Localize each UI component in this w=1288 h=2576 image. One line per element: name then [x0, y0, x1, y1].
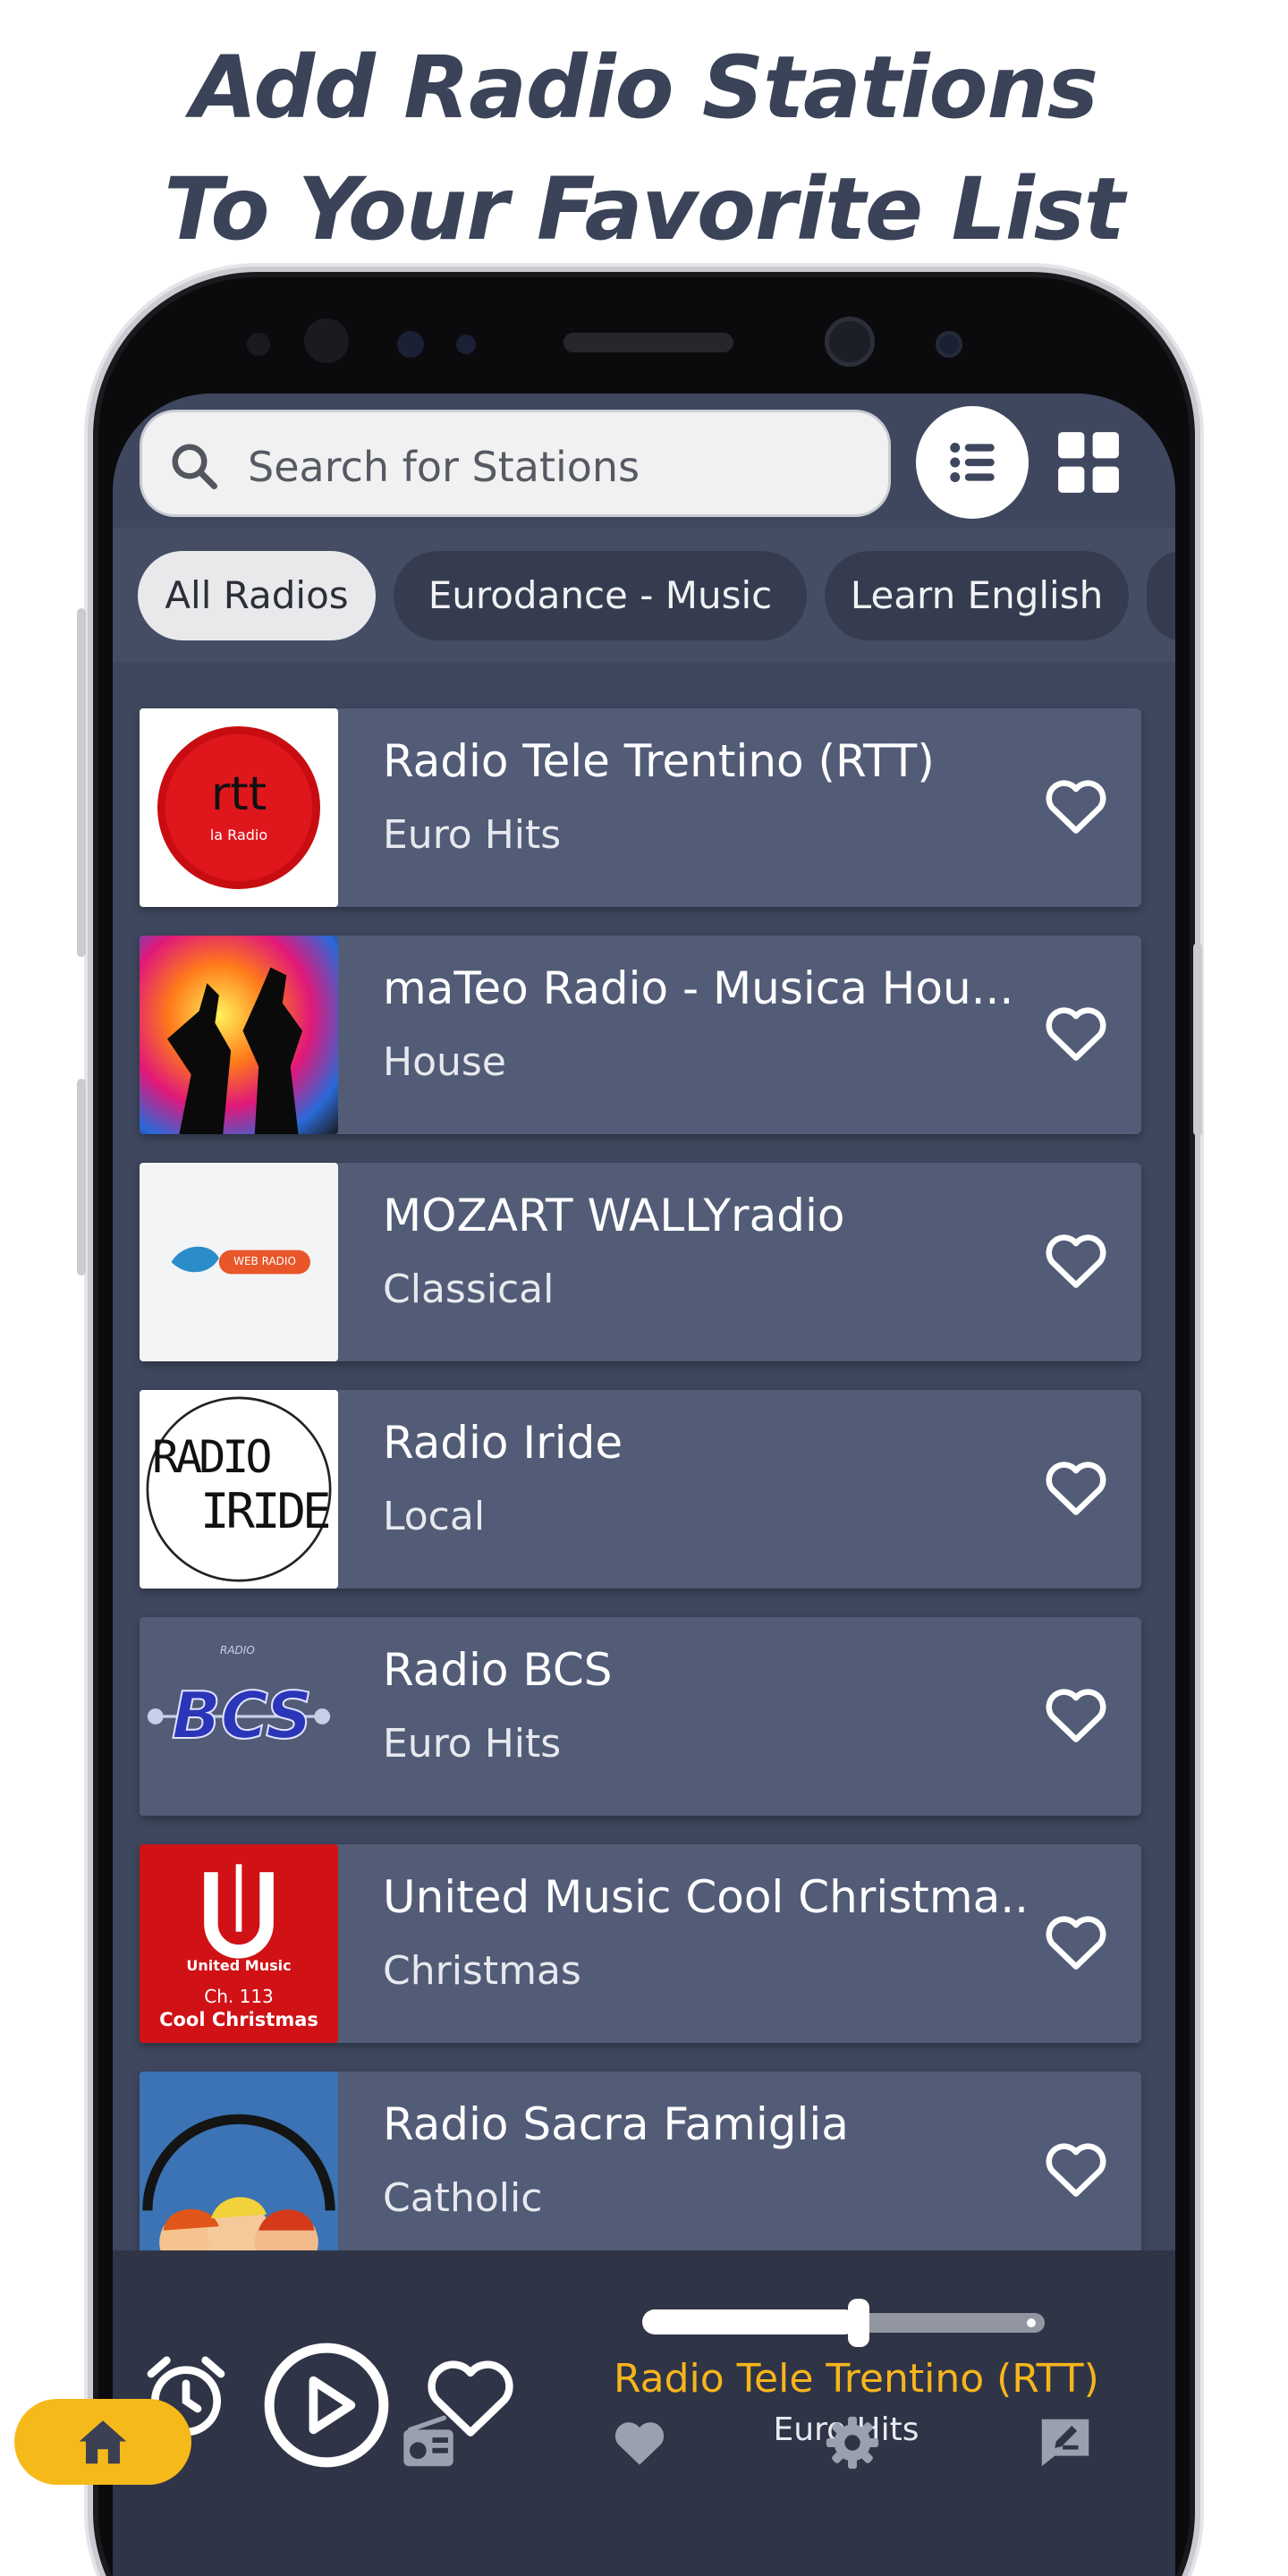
bcs-logo-top: RADIO [220, 1644, 255, 1657]
filter-chip-eurodance[interactable]: Eurodance - Music [394, 551, 807, 640]
cartoon-logo [142, 2114, 335, 2270]
station-genre: Euro Hits [383, 1721, 562, 1767]
station-name: Radio Iride [383, 1417, 623, 1469]
station-logo: United Music Ch. 113 Cool Christmas [140, 1844, 338, 2043]
iride-logo-text-2: IRIDE [200, 1483, 332, 1539]
headline-line-2: To Your Favorite List [164, 159, 1124, 259]
station-logo [140, 936, 338, 1134]
feedback-icon[interactable] [1034, 2411, 1097, 2474]
app-screen: Search for Stations All Radios Eurodance… [113, 394, 1175, 2576]
volume-up-button [77, 608, 86, 957]
um-logo-text-2: Ch. 113 [204, 1986, 274, 2007]
volume-slider-end [1027, 2318, 1036, 2327]
heart-icon[interactable] [1039, 1225, 1113, 1295]
now-playing-title: Radio Tele Trentino (RTT) [614, 2356, 1099, 2402]
station-name: maTeo Radio - Musica Hou... [383, 962, 1014, 1014]
earpiece-speaker [564, 333, 733, 352]
station-name: United Music Cool Christma... [383, 1871, 1027, 1923]
um-logo-text-3: Cool Christmas [159, 2009, 318, 2030]
light-sensor [397, 331, 424, 358]
station-name: Radio Sacra Famiglia [383, 2098, 849, 2150]
power-button [1193, 943, 1202, 1136]
heart-icon[interactable] [1039, 2134, 1113, 2204]
station-row[interactable]: RADIO BCS Radio BCS Euro Hits [140, 1617, 1141, 1816]
station-genre: Christmas [383, 1948, 581, 1994]
volume-slider-track[interactable] [857, 2313, 1045, 2333]
station-logo: RADIO BCS [140, 1617, 338, 1816]
heart-icon[interactable] [1039, 1680, 1113, 1750]
bcs-logo-text: BCS [171, 1677, 313, 1754]
filter-chip-label: Learn English [850, 573, 1104, 617]
webradio-logo-text: WEB RADIO [233, 1255, 296, 1267]
iris-sensor [304, 318, 349, 363]
nav-home-button[interactable] [14, 2399, 191, 2485]
station-genre: Local [383, 1494, 486, 1539]
volume-down-button [77, 1079, 86, 1275]
headline: Add Radio Stations To Your Favorite List [0, 27, 1288, 270]
filter-chip-all-radios[interactable]: All Radios [138, 551, 376, 640]
heart-icon[interactable] [1039, 771, 1113, 841]
search-icon [172, 444, 217, 489]
filter-chip-label: Eurodance - Music [428, 573, 773, 617]
iride-logo-text-1: RADIO [152, 1431, 273, 1483]
station-name: Radio Tele Trentino (RTT) [383, 735, 935, 787]
station-logo: rtt la Radio [140, 708, 338, 907]
proximity-sensor [247, 333, 270, 356]
station-row[interactable]: United Music Ch. 113 Cool Christmas Unit… [140, 1844, 1141, 2043]
ir-sensor [456, 335, 476, 354]
radio-icon[interactable] [397, 2411, 460, 2474]
dancers-image [167, 967, 303, 1134]
station-genre: House [383, 1039, 506, 1085]
list-view-icon [950, 443, 995, 482]
station-logo [140, 2072, 338, 2270]
heart-icon[interactable] [1039, 998, 1113, 1068]
filter-chip-label: All Radios [165, 573, 349, 617]
station-genre: Classical [383, 1267, 555, 1312]
play-icon[interactable] [261, 2340, 392, 2470]
volume-slider-handle[interactable] [848, 2299, 869, 2347]
station-logo: WEB RADIO [140, 1163, 338, 1361]
station-genre: Catholic [383, 2175, 543, 2221]
station-row[interactable]: Radio Sacra Famiglia Catholic [140, 2072, 1141, 2270]
station-name: MOZART WALLYradio [383, 1190, 845, 1241]
station-logo: RADIO IRIDE [140, 1390, 338, 1589]
um-logo-text-1: United Music [186, 1957, 292, 1974]
rtt-logo-subtext: la Radio [209, 826, 268, 843]
heart-icon[interactable] [1039, 1453, 1113, 1522]
station-name: Radio BCS [383, 1644, 613, 1696]
heart-icon[interactable] [1039, 1907, 1113, 1977]
search-placeholder: Search for Stations [248, 443, 640, 491]
station-row[interactable]: rtt la Radio Radio Tele Trentino (RTT) E… [140, 708, 1141, 907]
favorites-icon[interactable] [608, 2411, 671, 2474]
station-genre: Euro Hits [383, 812, 562, 858]
filter-chip-learn-english[interactable]: Learn English [825, 551, 1129, 640]
front-sensor [936, 331, 962, 358]
volume-slider-fill [642, 2309, 857, 2334]
front-camera [825, 317, 875, 367]
station-row[interactable]: maTeo Radio - Musica Hou... House [140, 936, 1141, 1134]
list-view-button[interactable] [916, 406, 1029, 519]
grid-view-icon[interactable] [1055, 429, 1122, 496]
settings-icon[interactable] [821, 2411, 884, 2474]
home-icon [79, 2420, 127, 2464]
station-row[interactable]: WEB RADIO MOZART WALLYradio Classical [140, 1163, 1141, 1361]
search-input[interactable]: Search for Stations [140, 410, 891, 517]
rtt-logo-text: rtt [210, 767, 267, 821]
headline-line-1: Add Radio Stations [191, 38, 1098, 138]
station-row[interactable]: RADIO IRIDE Radio Iride Local [140, 1390, 1141, 1589]
